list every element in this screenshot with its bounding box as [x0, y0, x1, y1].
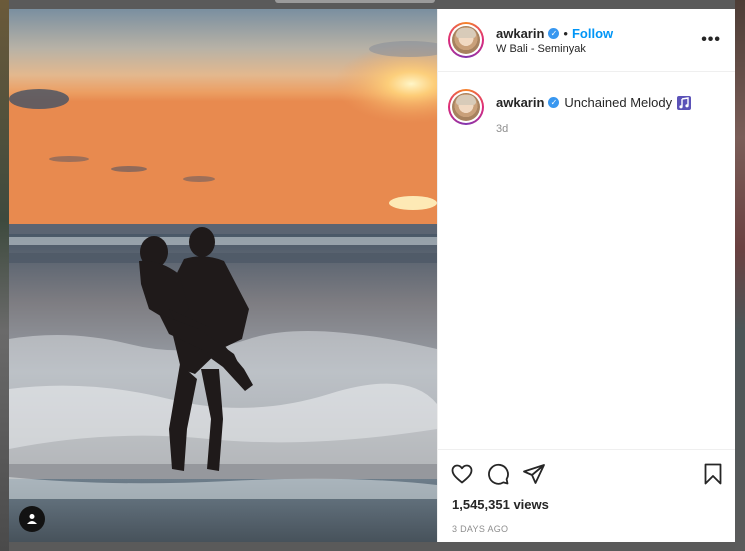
caption-text: Unchained Melody [564, 95, 673, 110]
backdrop-top-strip [275, 0, 435, 3]
bookmark-icon[interactable] [701, 462, 725, 486]
post-side-panel: awkarin ✓ • Follow W Bali - Seminyak •••… [437, 9, 735, 542]
location-link[interactable]: W Bali - Seminyak [496, 43, 701, 55]
post-media[interactable] [9, 9, 437, 542]
backdrop-feed-right [735, 0, 745, 551]
view-count[interactable]: 1,545,351 views [438, 497, 735, 512]
username-link[interactable]: awkarin [496, 26, 544, 41]
caption-timestamp[interactable]: 3d [496, 123, 691, 135]
paper-plane-icon[interactable] [522, 462, 546, 486]
beach-sunset-photo [9, 9, 437, 542]
avatar-image [452, 26, 480, 54]
user-tag-button[interactable] [19, 506, 45, 532]
post-modal: awkarin ✓ • Follow W Bali - Seminyak •••… [9, 9, 735, 542]
action-bar [438, 449, 735, 497]
post-date[interactable]: 3 DAYS AGO [438, 512, 735, 542]
more-options-icon[interactable]: ••• [701, 31, 721, 49]
comment-icon[interactable] [486, 462, 510, 486]
separator-dot: • [563, 25, 568, 41]
verified-badge-icon: ✓ [548, 27, 560, 39]
caption-area: awkarin ✓ Unchained Melody 3d [438, 72, 735, 449]
follow-button[interactable]: Follow [572, 26, 613, 41]
caption-username-link[interactable]: awkarin [496, 95, 544, 110]
avatar[interactable] [448, 22, 484, 58]
caption-avatar-image [452, 93, 480, 121]
post-header: awkarin ✓ • Follow W Bali - Seminyak ••• [438, 9, 735, 72]
verified-badge-icon: ✓ [548, 97, 560, 108]
backdrop-feed-left [0, 0, 9, 551]
user-tag-icon [27, 514, 37, 524]
caption-avatar[interactable] [448, 89, 484, 125]
music-note-icon [677, 95, 692, 110]
heart-icon[interactable] [450, 462, 474, 486]
